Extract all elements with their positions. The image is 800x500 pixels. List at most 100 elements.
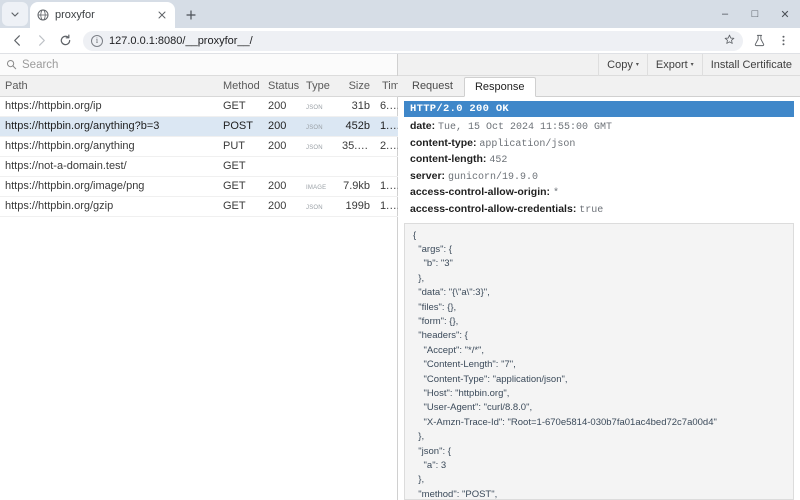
response-headers: date: Tue, 15 Oct 2024 11:55:00 GMT cont… <box>404 117 794 223</box>
response-header-name: date <box>410 120 432 132</box>
cell-path: https://httpbin.org/image/png <box>0 176 218 196</box>
arrow-right-icon[interactable] <box>29 30 53 52</box>
cell-path: https://httpbin.org/anything <box>0 136 218 156</box>
response-header-name: server <box>410 170 442 182</box>
response-header-value: 452 <box>489 155 507 166</box>
arrow-left-icon[interactable] <box>5 30 29 52</box>
minimize-button[interactable]: – <box>710 0 740 28</box>
info-circle-icon[interactable]: i <box>91 35 103 47</box>
response-header-name: content-type <box>410 137 473 149</box>
kebab-menu-icon[interactable] <box>771 30 795 52</box>
cell-status: 200 <box>263 196 301 216</box>
table-row[interactable]: https://httpbin.org/ip GET 200 JSON 31b … <box>0 96 411 116</box>
install-certificate-button[interactable]: Install Certificate <box>702 54 800 76</box>
response-header-name: access-control-allow-origin <box>410 186 547 198</box>
copy-button[interactable]: Copy ▾ <box>598 54 647 76</box>
address-bar[interactable]: i 127.0.0.1:8080/__proxyfor__/ <box>83 31 743 51</box>
column-header-size[interactable]: Size <box>337 76 375 96</box>
column-header-type[interactable]: Type <box>301 76 337 96</box>
request-table: Path Method Status Type Size Time https:… <box>0 76 411 217</box>
cell-type: IMAGE <box>306 185 326 191</box>
cell-size: 452b <box>337 116 375 136</box>
cell-type: JSON <box>306 145 323 151</box>
table-row[interactable]: https://httpbin.org/anything?b=3 POST 20… <box>0 116 411 136</box>
response-header-value: Tue, 15 Oct 2024 11:55:00 GMT <box>438 122 612 133</box>
window-controls: – □ ✕ <box>710 0 800 28</box>
request-list-pane: Path Method Status Type Size Time https:… <box>0 54 398 500</box>
table-row[interactable]: https://httpbin.org/gzip GET 200 JSON 19… <box>0 196 411 216</box>
column-header-status[interactable]: Status <box>263 76 301 96</box>
search-icon <box>6 59 17 70</box>
detail-tabs: Request Response <box>398 76 800 97</box>
star-icon[interactable] <box>724 34 735 48</box>
response-header-name: access-control-allow-credentials <box>410 203 573 215</box>
response-content: HTTP/2.0 200 OK date: Tue, 15 Oct 2024 1… <box>398 97 800 500</box>
response-header-name: content-length <box>410 153 483 165</box>
cell-status: 200 <box>263 136 301 156</box>
plus-icon[interactable] <box>179 3 203 27</box>
request-table-header: Path Method Status Type Size Time <box>0 76 411 96</box>
chevron-down-icon[interactable] <box>2 2 28 26</box>
cell-method: GET <box>218 96 263 116</box>
browser-tab[interactable]: proxyfor <box>30 2 175 28</box>
table-header-row: Path Method Status Type Size Time <box>0 76 411 96</box>
export-button[interactable]: Export ▾ <box>647 54 702 76</box>
tab-request[interactable]: Request <box>401 76 464 96</box>
table-row[interactable]: https://httpbin.org/anything PUT 200 JSO… <box>0 136 411 156</box>
column-header-path[interactable]: Path <box>0 76 218 96</box>
cell-status: 200 <box>263 116 301 136</box>
reload-icon[interactable] <box>53 30 77 52</box>
export-button-label: Export <box>656 59 688 71</box>
column-header-method[interactable]: Method <box>218 76 263 96</box>
cell-size: 35.5kb <box>337 136 375 156</box>
cell-status: 200 <box>263 176 301 196</box>
response-header-value: gunicorn/19.9.0 <box>448 172 538 183</box>
response-header-row: content-type: application/json <box>404 136 794 153</box>
cell-status <box>263 156 301 176</box>
response-header-value: application/json <box>479 139 575 150</box>
copy-button-label: Copy <box>607 59 633 71</box>
cell-method: GET <box>218 156 263 176</box>
cell-method: PUT <box>218 136 263 156</box>
cell-path: https://httpbin.org/anything?b=3 <box>0 116 218 136</box>
chevron-down-icon: ▾ <box>636 62 639 68</box>
address-bar-url: 127.0.0.1:8080/__proxyfor__/ <box>109 35 253 47</box>
tab-title: proxyfor <box>55 9 149 21</box>
detail-pane: Copy ▾ Export ▾ Install Certificate Requ… <box>398 54 800 500</box>
table-row[interactable]: https://httpbin.org/image/png GET 200 IM… <box>0 176 411 196</box>
response-body-json: { "args": { "b": "3" }, "data": "{\"a\":… <box>413 229 785 500</box>
maximize-button[interactable]: □ <box>740 0 770 28</box>
app-content: Path Method Status Type Size Time https:… <box>0 54 800 500</box>
cell-method: GET <box>218 196 263 216</box>
detail-toolbar: Copy ▾ Export ▾ Install Certificate <box>398 54 800 76</box>
browser-navbar: i 127.0.0.1:8080/__proxyfor__/ <box>0 28 800 54</box>
response-header-row: access-control-allow-origin: * <box>404 185 794 202</box>
request-table-body: https://httpbin.org/ip GET 200 JSON 31b … <box>0 96 411 216</box>
response-header-row: access-control-allow-credentials: true <box>404 202 794 219</box>
search-bar[interactable] <box>0 54 397 76</box>
request-list-empty-area <box>0 217 397 500</box>
cell-type: JSON <box>306 125 323 131</box>
cell-path: https://httpbin.org/ip <box>0 96 218 116</box>
response-status-line: HTTP/2.0 200 OK <box>404 101 794 117</box>
response-header-value: * <box>553 188 559 199</box>
close-icon[interactable] <box>155 8 169 22</box>
tab-response[interactable]: Response <box>464 77 536 97</box>
globe-icon <box>36 9 49 22</box>
response-header-row: date: Tue, 15 Oct 2024 11:55:00 GMT <box>404 119 794 136</box>
cell-method: POST <box>218 116 263 136</box>
cell-type: JSON <box>306 205 323 211</box>
cell-path: https://not-a-domain.test/ <box>0 156 218 176</box>
window-close-button[interactable]: ✕ <box>770 0 800 28</box>
browser-window: proxyfor – □ ✕ i 127.0.0 <box>0 0 800 500</box>
table-row[interactable]: https://not-a-domain.test/ GET <box>0 156 411 176</box>
chevron-down-icon: ▾ <box>691 62 694 68</box>
cell-path: https://httpbin.org/gzip <box>0 196 218 216</box>
response-header-row: server: gunicorn/19.9.0 <box>404 169 794 186</box>
cell-size: 199b <box>337 196 375 216</box>
search-input[interactable] <box>22 59 391 71</box>
response-body-box[interactable]: { "args": { "b": "3" }, "data": "{\"a\":… <box>404 223 794 500</box>
cell-method: GET <box>218 176 263 196</box>
flask-icon[interactable] <box>747 30 771 52</box>
cell-size: 31b <box>337 96 375 116</box>
